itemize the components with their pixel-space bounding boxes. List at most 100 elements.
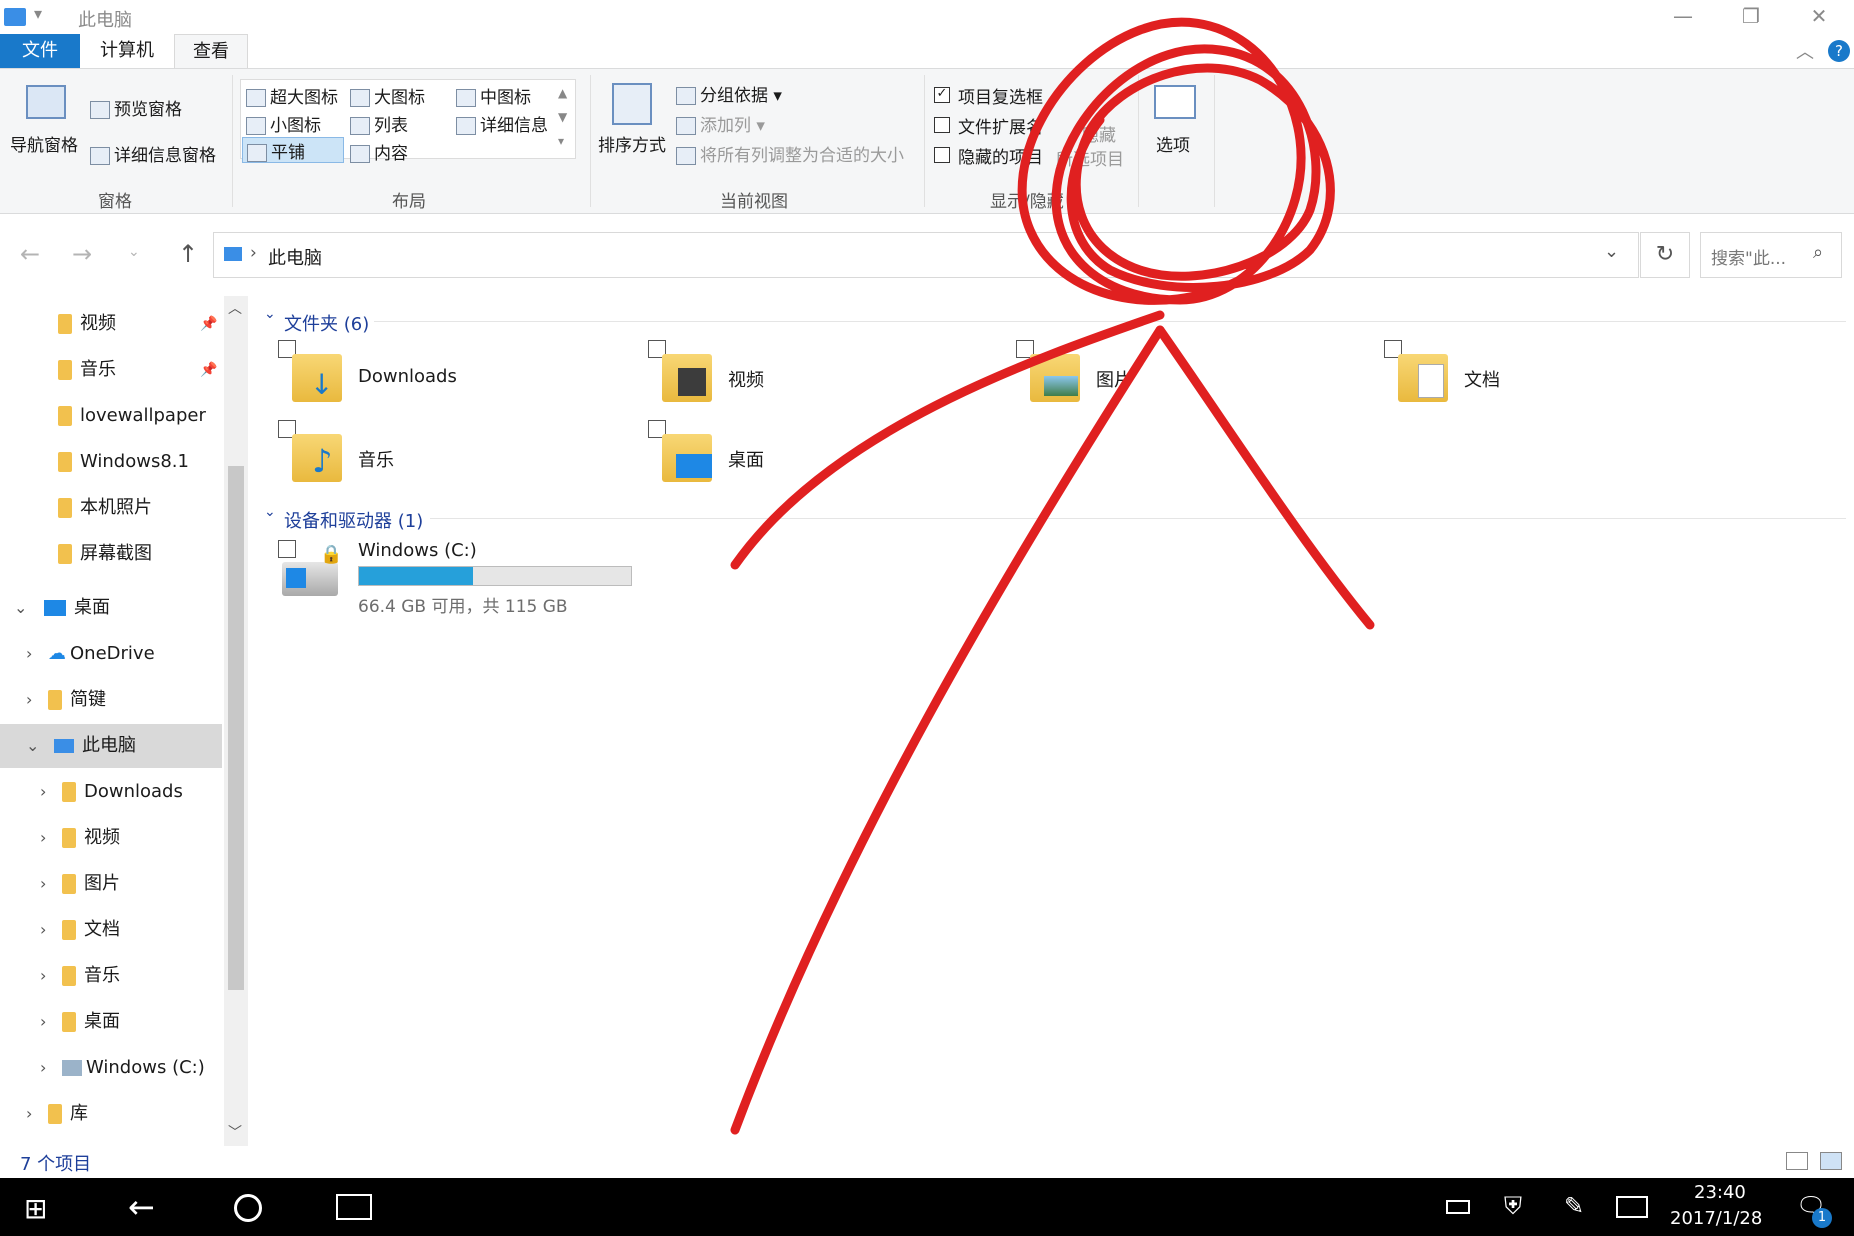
sidebar-item-videos[interactable]: › 视频 bbox=[0, 816, 222, 860]
details-pane-button[interactable]: 详细信息窗格 bbox=[90, 141, 216, 166]
chevron-right-icon[interactable]: › bbox=[40, 1046, 58, 1090]
details-view-icon[interactable] bbox=[1786, 1152, 1808, 1170]
folder-tile-pictures[interactable]: 图片 bbox=[1016, 340, 1346, 412]
sidebar-item-documents[interactable]: › 文档 bbox=[0, 908, 222, 952]
search-input[interactable]: 搜索"此... ⌕ bbox=[1700, 232, 1842, 278]
add-column-button[interactable]: 添加列 ▾ bbox=[676, 111, 765, 136]
chevron-right-icon[interactable]: › bbox=[40, 770, 58, 814]
address-bar[interactable]: › 此电脑 ⌄ bbox=[213, 232, 1639, 278]
chevron-right-icon[interactable]: › bbox=[26, 632, 44, 676]
maximize-button[interactable]: ❐ bbox=[1716, 0, 1786, 34]
sidebar-item-drive-c[interactable]: › Windows (C:) bbox=[0, 1046, 222, 1090]
layout-content[interactable]: 内容 bbox=[350, 139, 408, 164]
collapse-chevron-icon[interactable]: ⌄ bbox=[264, 504, 276, 520]
start-windows-icon[interactable]: ⊞ bbox=[24, 1192, 47, 1225]
tab-file[interactable]: 文件 bbox=[0, 34, 80, 68]
chevron-right-icon[interactable]: › bbox=[40, 908, 58, 952]
collapse-ribbon-icon[interactable]: ︿ bbox=[1796, 38, 1814, 64]
sidebar-item-libraries[interactable]: › 库 bbox=[0, 1092, 222, 1136]
clock-time[interactable]: 23:40 bbox=[1694, 1182, 1746, 1203]
chevron-right-icon[interactable]: › bbox=[40, 954, 58, 998]
sidebar-item-user[interactable]: › 简键 bbox=[0, 678, 222, 722]
chevron-right-icon[interactable]: › bbox=[40, 816, 58, 860]
back-arrow-icon[interactable]: ← bbox=[128, 1188, 155, 1226]
folder-tile-videos[interactable]: 视频 bbox=[648, 340, 978, 412]
taskbar: ⊞ ← ⛨ ✎ 23:40 2017/1/28 🗨 1 bbox=[0, 1178, 1854, 1236]
sidebar-scrollbar[interactable]: ︿ ﹀ bbox=[224, 296, 248, 1146]
task-view-icon[interactable] bbox=[336, 1194, 372, 1220]
group-by-button[interactable]: 分组依据 ▾ bbox=[676, 81, 782, 106]
folder-tile-documents[interactable]: 文档 bbox=[1384, 340, 1714, 412]
sidebar-item-music[interactable]: › 音乐 bbox=[0, 954, 222, 998]
quick-access-dropdown[interactable]: ▾ bbox=[34, 4, 42, 23]
keyboard-icon[interactable] bbox=[1616, 1196, 1648, 1218]
item-checkboxes-checkbox[interactable]: ✓ bbox=[934, 87, 950, 103]
options-button[interactable]: 选项 bbox=[1156, 131, 1190, 156]
clock-date[interactable]: 2017/1/28 bbox=[1670, 1208, 1762, 1229]
chevron-right-icon[interactable]: › bbox=[40, 862, 58, 906]
folders-header[interactable]: 文件夹 (6) bbox=[284, 310, 369, 336]
sidebar-item-downloads[interactable]: › Downloads bbox=[0, 770, 222, 814]
hide-selected-label-1[interactable]: 隐藏 bbox=[1082, 121, 1116, 146]
sidebar-item-windows81[interactable]: Windows8.1 bbox=[0, 440, 222, 484]
fit-columns-button[interactable]: 将所有列调整为合适的大小 bbox=[676, 141, 904, 166]
folder-tile-downloads[interactable]: ↓ Downloads bbox=[278, 340, 608, 412]
chevron-right-icon[interactable]: › bbox=[26, 1092, 44, 1136]
layout-medium[interactable]: 中图标 bbox=[456, 83, 531, 108]
chevron-down-icon[interactable]: ⌄ bbox=[26, 724, 44, 768]
sidebar-item-onedrive[interactable]: › ☁ OneDrive bbox=[0, 632, 222, 676]
battery-icon[interactable] bbox=[1446, 1200, 1470, 1214]
tab-computer[interactable]: 计算机 bbox=[82, 34, 172, 68]
sidebar-item-pictures[interactable]: › 图片 bbox=[0, 862, 222, 906]
sidebar-item-desktop-sub[interactable]: › 桌面 bbox=[0, 1000, 222, 1044]
layout-extra-large[interactable]: 超大图标 bbox=[246, 83, 338, 108]
search-icon[interactable]: ⌕ bbox=[1813, 242, 1823, 263]
scrollbar-thumb[interactable] bbox=[228, 466, 244, 990]
layout-large[interactable]: 大图标 bbox=[350, 83, 425, 108]
layout-tiles[interactable]: 平铺 bbox=[242, 137, 344, 163]
sidebar-item-desktop[interactable]: ⌄ 桌面 bbox=[0, 586, 222, 630]
sidebar-item-music-pinned[interactable]: 音乐 📌 bbox=[0, 348, 222, 392]
layout-details[interactable]: 详细信息 bbox=[456, 111, 548, 136]
sort-button[interactable]: 排序方式 bbox=[598, 131, 666, 156]
nav-pane-button[interactable]: 导航窗格 bbox=[10, 131, 78, 156]
tab-view[interactable]: 查看 bbox=[174, 34, 248, 68]
sidebar-item-screenshots[interactable]: 屏幕截图 bbox=[0, 532, 222, 576]
gallery-scroll[interactable]: ▲ ▼ ▾ bbox=[558, 81, 567, 153]
address-history-dropdown[interactable]: ⌄ bbox=[1604, 241, 1619, 262]
drive-tile-c[interactable]: 🔒 Windows (C:) 66.4 GB 可用，共 115 GB bbox=[278, 540, 632, 617]
collapse-chevron-icon[interactable]: ⌄ bbox=[264, 306, 276, 322]
drives-header[interactable]: 设备和驱动器 (1) bbox=[284, 507, 423, 533]
sidebar-item-lovewallpaper[interactable]: lovewallpaper bbox=[0, 394, 222, 438]
folder-tile-desktop[interactable]: 桌面 bbox=[648, 420, 978, 492]
back-button[interactable]: ← bbox=[20, 240, 40, 268]
large-icons-view-icon[interactable] bbox=[1820, 1152, 1842, 1170]
breadcrumb[interactable]: 此电脑 bbox=[268, 244, 322, 270]
chevron-down-icon[interactable]: ⌄ bbox=[14, 586, 32, 630]
minimize-button[interactable]: — bbox=[1648, 0, 1718, 34]
sidebar-item-local-photos[interactable]: 本机照片 bbox=[0, 486, 222, 530]
shield-icon[interactable]: ⛨ bbox=[1504, 1192, 1522, 1220]
forward-button[interactable]: → bbox=[72, 240, 92, 268]
refresh-button[interactable]: ↻ bbox=[1640, 232, 1690, 278]
chevron-right-icon[interactable]: › bbox=[26, 678, 44, 722]
pen-icon[interactable]: ✎ bbox=[1564, 1192, 1584, 1220]
sidebar-item-videos-pinned[interactable]: 视频 📌 bbox=[0, 302, 222, 346]
layout-small[interactable]: 小图标 bbox=[246, 111, 321, 136]
preview-pane-button[interactable]: 预览窗格 bbox=[90, 95, 182, 120]
hidden-items-checkbox[interactable] bbox=[934, 147, 950, 163]
hide-selected-label-2[interactable]: 所选项目 bbox=[1056, 145, 1124, 170]
help-icon[interactable]: ? bbox=[1828, 40, 1850, 62]
layout-list[interactable]: 列表 bbox=[350, 111, 408, 136]
cortana-circle-icon[interactable] bbox=[234, 1194, 262, 1222]
file-extensions-checkbox[interactable] bbox=[934, 117, 950, 133]
recent-locations-button[interactable]: ⌄ bbox=[128, 244, 140, 260]
folder-tile-music[interactable]: ♪ 音乐 bbox=[278, 420, 608, 492]
chevron-right-icon[interactable]: › bbox=[40, 1000, 58, 1044]
scroll-down-icon[interactable]: ﹀ bbox=[228, 1122, 242, 1142]
scroll-up-icon[interactable]: ︿ bbox=[228, 298, 242, 318]
close-button[interactable]: ✕ bbox=[1784, 0, 1854, 34]
item-checkbox[interactable] bbox=[278, 540, 296, 558]
up-button[interactable]: ↑ bbox=[178, 240, 198, 268]
sidebar-item-this-pc[interactable]: ⌄ 此电脑 bbox=[0, 724, 222, 768]
